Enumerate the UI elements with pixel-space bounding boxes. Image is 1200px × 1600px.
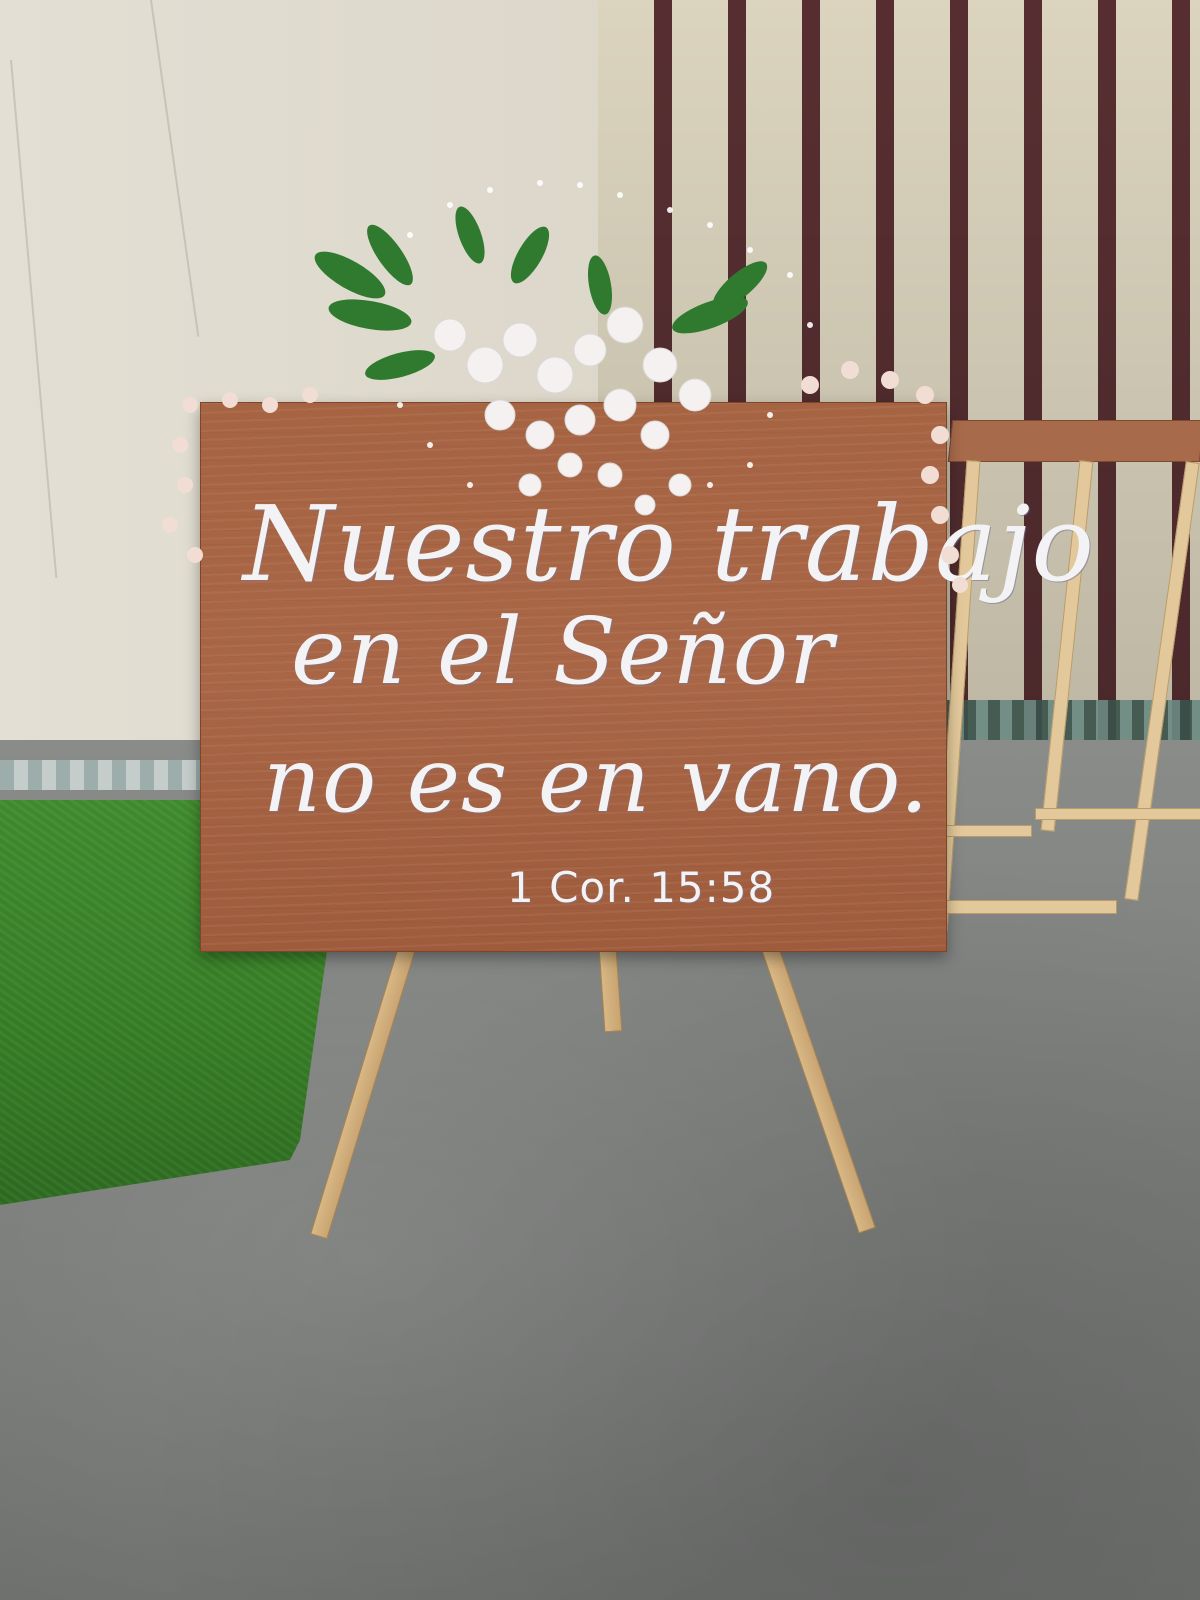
- photo-scene: Nuestro trabajo en el Señor no es en van…: [0, 0, 1200, 1600]
- frame-rail: [1035, 808, 1200, 820]
- flower-arrangement-icon: [162, 180, 968, 593]
- blush-garland: [162, 361, 968, 593]
- leaves: [314, 206, 768, 380]
- frame-post: [1124, 461, 1200, 901]
- sign-line-3: no es en vano.: [263, 728, 930, 833]
- white-blossoms: [433, 306, 712, 516]
- bible-reference: 1 Cor. 15:58: [507, 863, 776, 912]
- frame-rail: [940, 825, 1032, 837]
- frame-rail: [940, 900, 1117, 914]
- tile-border-left: [0, 760, 230, 790]
